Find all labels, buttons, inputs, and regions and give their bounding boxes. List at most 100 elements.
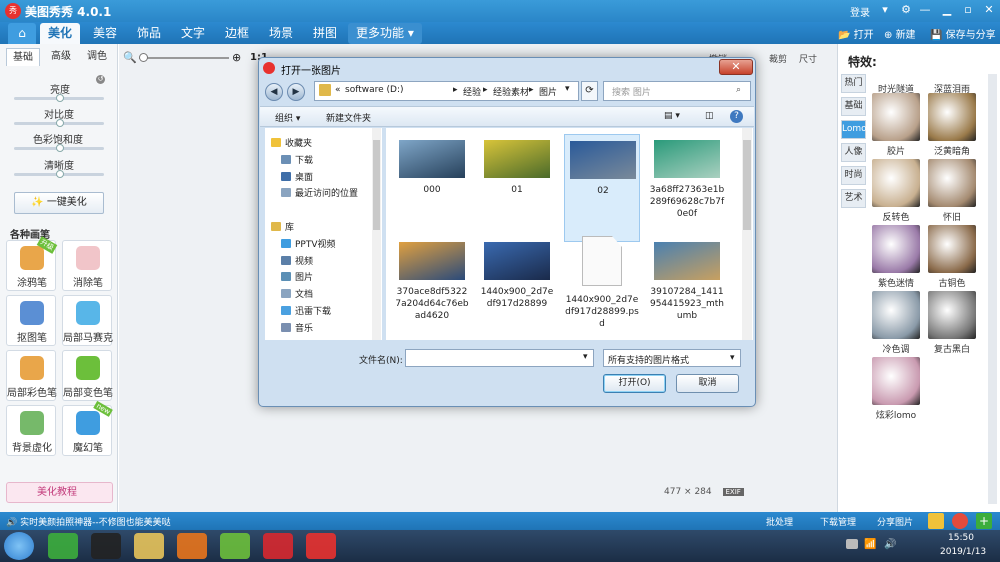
effect-label[interactable]: 复古黑白 [922, 342, 982, 355]
effect-thumbnail[interactable] [872, 225, 920, 273]
zoom-in-icon[interactable]: ⊕ [232, 51, 241, 64]
new-folder-button[interactable]: 新建文件夹 [326, 111, 371, 124]
breadcrumb-item[interactable]: « [335, 85, 341, 95]
new-button[interactable]: ⊕ 新建 [884, 26, 916, 41]
contrast-slider[interactable] [14, 119, 104, 127]
subtab-advanced[interactable]: 高级 [44, 48, 78, 66]
organize-button[interactable]: 组织 ▾ [275, 111, 300, 124]
effect-tab[interactable]: 基础 [841, 97, 866, 116]
address-bar[interactable]: «software (D:) ▸ 经验 ▸ 经验素材 ▸ 图片 ▾ [314, 81, 579, 101]
settings-icon[interactable]: ⚙ [897, 2, 915, 18]
start-icon[interactable] [4, 532, 34, 560]
brightness-slider[interactable] [14, 94, 104, 102]
tab-beauty[interactable]: 美容 [85, 23, 125, 44]
close-icon[interactable]: ✕ [719, 59, 753, 75]
record-icon[interactable] [263, 533, 293, 559]
tab-accessories[interactable]: 饰品 [129, 23, 169, 44]
tree-item[interactable]: 图片 [281, 270, 313, 283]
resize-button[interactable]: 尺寸 [799, 52, 817, 65]
share-button[interactable]: 分享图片 [877, 515, 913, 528]
tab-border[interactable]: 边框 [217, 23, 257, 44]
exif-button[interactable]: EXIF [722, 488, 744, 496]
chevron-down-icon[interactable]: ▾ [565, 84, 570, 94]
effects-scrollbar[interactable] [988, 74, 997, 504]
media-icon[interactable] [220, 533, 250, 559]
tree-item[interactable]: 迅雷下载 [281, 304, 331, 317]
slider-knob[interactable] [56, 94, 64, 102]
zoom-out-icon[interactable]: 🔍 [123, 51, 137, 64]
one-click-beautify-button[interactable]: ✨ 一键美化 [14, 192, 104, 214]
effect-thumbnail[interactable] [928, 291, 976, 339]
saturation-slider[interactable] [14, 144, 104, 152]
qq-icon[interactable] [91, 533, 121, 559]
tree-item[interactable]: 视频 [281, 254, 313, 267]
tab-more[interactable]: 更多功能 ▾ [348, 23, 422, 44]
effect-thumbnail[interactable] [872, 93, 920, 141]
save-share-button[interactable]: 💾 保存与分享 [930, 26, 996, 41]
tree-item[interactable]: PPTV视频 [281, 237, 336, 250]
back-icon[interactable]: ◀ [265, 83, 283, 101]
brush-tool[interactable]: 局部彩色笔 [6, 350, 57, 401]
subtab-color[interactable]: 调色 [80, 48, 114, 66]
brush-tool[interactable]: 局部变色笔 [62, 350, 113, 401]
minimize-icon[interactable]: ▁ [938, 2, 956, 18]
brush-tool[interactable]: 涂鸦笔 升级 [6, 236, 58, 291]
refresh-icon[interactable]: ⟳ [581, 81, 598, 101]
brush-tool[interactable]: 局部马赛克 [62, 295, 113, 346]
volume-icon[interactable]: 🔊 [884, 539, 896, 550]
effect-thumbnail[interactable] [928, 93, 976, 141]
file-item[interactable]: 370ace8df53227a204d64c76ebad4620 [394, 236, 470, 344]
reset-icon[interactable]: ↺ [96, 75, 105, 84]
view-icon[interactable]: ▤ ▾ [664, 111, 680, 121]
tab-collage[interactable]: 拼图 [305, 23, 345, 44]
zoom-slider[interactable] [139, 53, 229, 62]
status-tip[interactable]: 🔊 实时美颜拍照神器--不修图也能美美哒 [6, 515, 171, 528]
zoom-knob[interactable] [139, 53, 148, 62]
effect-tab[interactable]: Lomo [841, 120, 867, 139]
effect-tab[interactable]: 人像 [841, 143, 866, 162]
chevron-down-icon[interactable]: ▾ [583, 352, 588, 362]
tree-item[interactable]: 音乐 [281, 321, 313, 334]
open-button[interactable]: 📂 打开 [838, 26, 874, 41]
brush-tool[interactable]: 抠图笔 [6, 295, 56, 346]
file-item[interactable]: 01 [479, 134, 555, 242]
minimize-mini-icon[interactable]: — [916, 2, 934, 18]
breadcrumb-item[interactable]: 图片 [539, 85, 557, 98]
browser-icon[interactable] [48, 533, 78, 559]
effect-label[interactable]: 胶片 [866, 144, 926, 157]
sharpness-slider[interactable] [14, 170, 104, 178]
preview-pane-icon[interactable]: ◫ [705, 111, 714, 121]
network-icon[interactable]: 📶 [864, 539, 876, 550]
tab-text[interactable]: 文字 [173, 23, 213, 44]
download-manager-button[interactable]: 下载管理 [820, 515, 856, 528]
effect-label[interactable]: 古铜色 [922, 276, 982, 289]
filename-input[interactable]: ▾ [405, 349, 594, 367]
search-icon[interactable]: ⌕ [736, 85, 741, 95]
effect-thumbnail[interactable] [872, 357, 920, 405]
brush-tool[interactable]: 魔幻笔 new [62, 400, 113, 456]
slider-knob[interactable] [56, 119, 64, 127]
weibo-icon[interactable] [952, 513, 968, 529]
slider-knob[interactable] [56, 170, 64, 178]
close-icon[interactable]: ✕ [980, 2, 998, 18]
cancel-button[interactable]: 取消 [676, 374, 739, 393]
slider-knob[interactable] [56, 144, 64, 152]
tree-item[interactable]: 收藏夹 [271, 136, 312, 149]
star-icon[interactable] [928, 513, 944, 529]
effect-label[interactable]: 怀旧 [922, 210, 982, 223]
scroll-thumb[interactable] [373, 140, 380, 230]
crop-button[interactable]: 裁剪 [769, 52, 787, 65]
help-icon[interactable]: ? [730, 110, 743, 123]
open-file-button[interactable]: 打开(O) [603, 374, 666, 393]
file-item[interactable]: 1440x900_2d7edf917d28899.psd [564, 236, 640, 344]
nav-scrollbar[interactable] [372, 128, 381, 340]
skin-icon[interactable]: ▾ [876, 2, 894, 18]
effect-thumbnail[interactable] [928, 159, 976, 207]
tree-item[interactable]: 库 [271, 220, 294, 233]
subtab-basic[interactable]: 基础 [6, 48, 40, 66]
effect-tab[interactable]: 热门 [841, 74, 866, 93]
tree-item[interactable]: 文档 [281, 287, 313, 300]
breadcrumb-item[interactable]: software (D:) [345, 85, 404, 95]
forward-icon[interactable]: ▶ [287, 83, 305, 101]
home-icon[interactable]: ⌂ [8, 23, 36, 44]
